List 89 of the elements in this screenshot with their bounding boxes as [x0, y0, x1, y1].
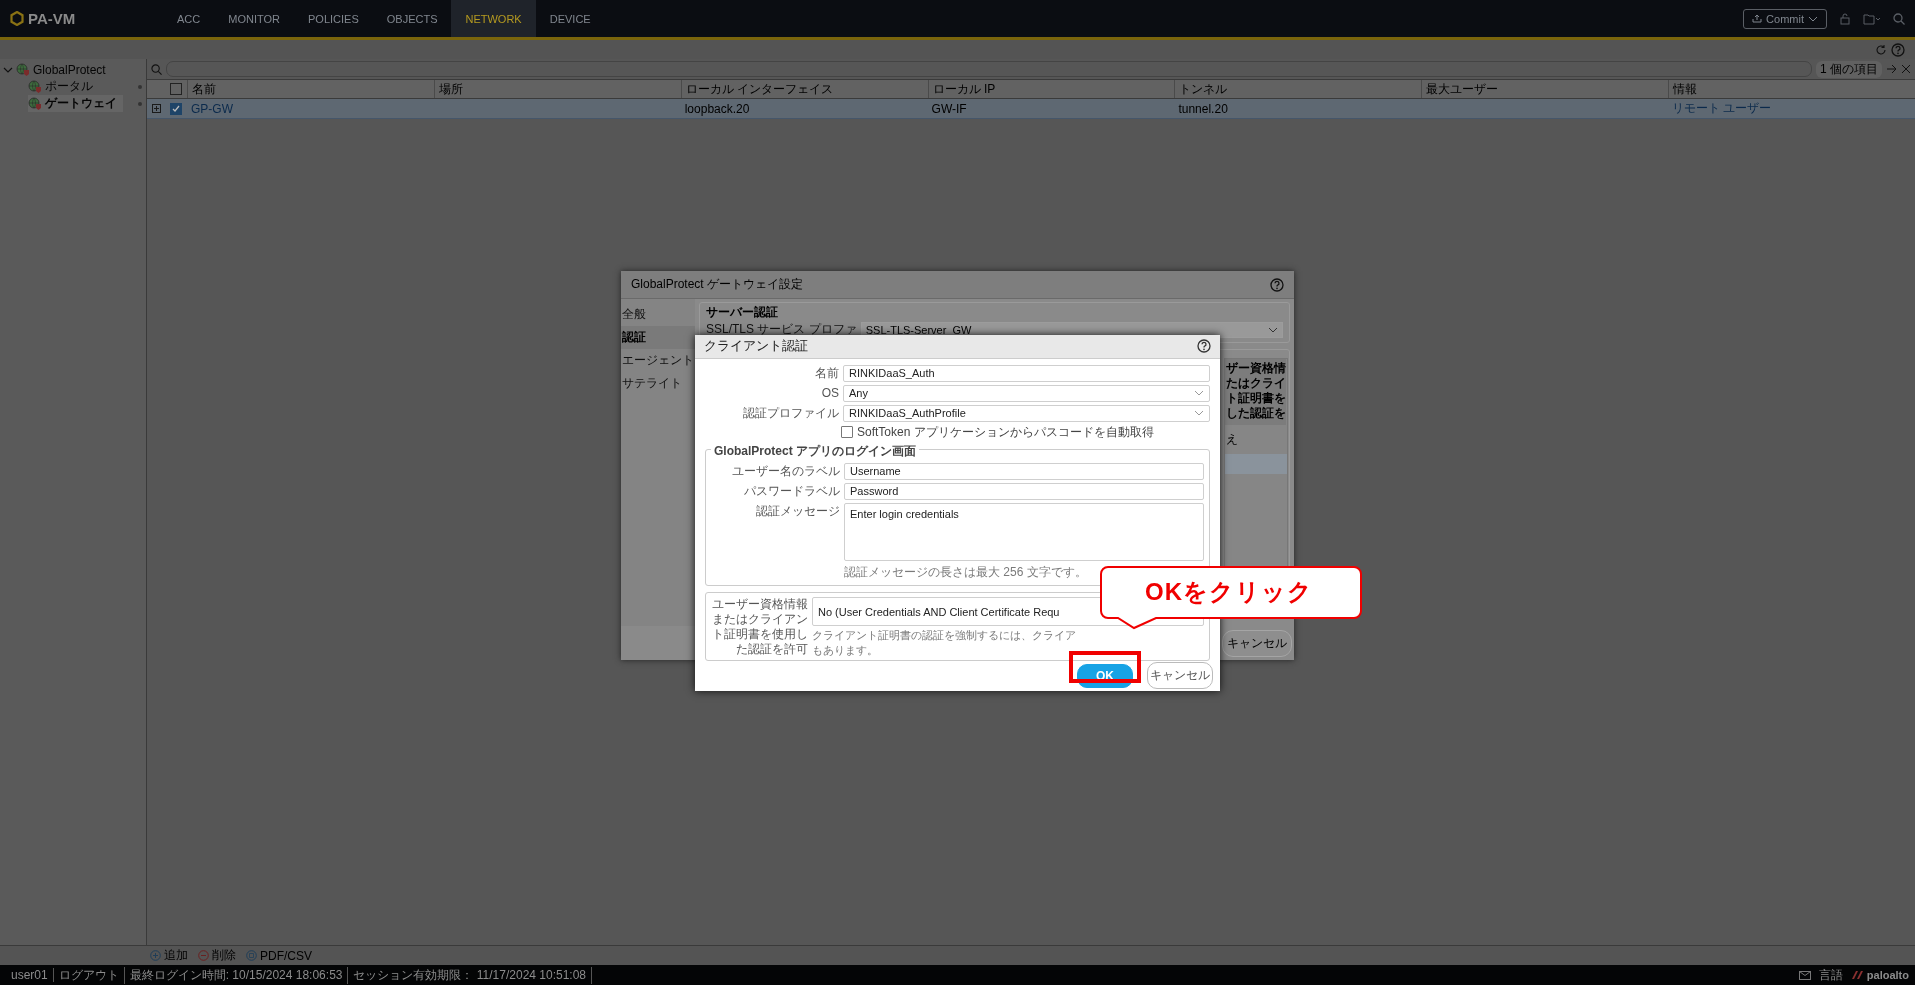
globe-shield-icon	[28, 79, 42, 94]
checkbox[interactable]	[170, 102, 182, 115]
checkbox-label: SoftToken アプリケーションからパスコードを自動取得	[857, 423, 1154, 441]
product-name: PA-VM	[28, 10, 76, 27]
cancel-button[interactable]: キャンセル	[1147, 662, 1213, 690]
column-header: ザー資格情たはクライト証明書をした認証を	[1225, 359, 1286, 425]
field-label: OS	[820, 386, 839, 401]
chevron-down-icon	[1808, 15, 1818, 22]
tree-item[interactable]: GlobalProtect	[16, 61, 112, 78]
hint-text: 認証メッセージの長さは最大 256 文字です。	[843, 563, 1088, 581]
dropdown-field[interactable]: RINKIDaaS_AuthProfile	[843, 404, 1210, 422]
remove-icon	[198, 950, 209, 961]
hexagon-logo-icon	[10, 11, 24, 26]
table-cell-text: loopback.20	[683, 100, 751, 118]
mail-icon[interactable]	[1798, 970, 1811, 980]
table-link[interactable]: リモート ユーザー	[1668, 99, 1915, 118]
field-label: パスワードラベル	[743, 482, 840, 500]
chevron-down-icon	[1194, 410, 1204, 417]
column-header[interactable]: ローカル インターフェイス	[680, 80, 928, 98]
highlight-frame	[1069, 651, 1141, 683]
column-header[interactable]: ローカル IP	[927, 80, 1175, 98]
section-legend: GlobalProtect アプリのログイン画面	[711, 442, 919, 460]
help-icon[interactable]	[1197, 339, 1211, 354]
action-button[interactable]: PDF/CSV	[246, 948, 312, 963]
logout-link[interactable]: ログアウト	[53, 966, 125, 984]
chevron-down-icon	[1194, 390, 1204, 397]
dialog-tab[interactable]: 認証	[621, 326, 695, 349]
chevron-down-icon	[1268, 326, 1278, 333]
action-button[interactable]: 追加	[150, 947, 188, 964]
folder-icon[interactable]	[1863, 12, 1881, 25]
action-button[interactable]: 削除	[198, 947, 236, 964]
column-header[interactable]: 名前	[187, 80, 434, 98]
dropdown-field[interactable]: Any	[843, 384, 1210, 402]
refresh-icon[interactable]	[1875, 43, 1887, 56]
input-field[interactable]: Password	[844, 482, 1204, 500]
document-icon	[246, 950, 257, 961]
dialog-tab[interactable]: サテライト	[621, 372, 695, 395]
search-icon[interactable]	[1893, 12, 1905, 25]
message-textarea[interactable]: Enter login credentials	[844, 502, 1204, 561]
field-label: 認証メッセージ	[755, 502, 840, 520]
company-logo: paloalto	[1850, 969, 1909, 981]
add-icon	[150, 950, 161, 961]
column-header[interactable]: 情報	[1668, 80, 1915, 98]
cancel-button[interactable]: キャンセル	[1222, 629, 1292, 657]
globe-shield-icon	[28, 96, 42, 111]
dialog-tab[interactable]: エージェント	[621, 349, 695, 372]
item-count: 1 個の項目	[1816, 60, 1882, 78]
expand-plus-icon[interactable]	[151, 104, 161, 113]
hint-text: クライアント証明書の認証を強制するには、クライア もあります。	[812, 628, 1077, 657]
nav-tab[interactable]: DEVICE	[535, 0, 605, 37]
field-label: 認証プロファイル	[742, 404, 839, 422]
last-login-text: 最終ログイン時間: 10/15/2024 18:06:53	[124, 966, 349, 984]
table-cell-text: え	[1225, 431, 1239, 448]
input-field[interactable]: RINKIDaaS_Auth	[843, 364, 1210, 382]
user-name: user01	[6, 968, 54, 982]
table-cell-text: GW-IF	[930, 100, 968, 118]
column-header[interactable]: 場所	[433, 80, 681, 98]
tree-item[interactable]: ゲートウェイ	[28, 95, 123, 112]
search-icon	[151, 63, 162, 75]
table-cell-text: tunnel.20	[1177, 100, 1229, 118]
dialog-title: クライアント認証	[704, 337, 808, 356]
column-header[interactable]: 最大ユーザー	[1421, 80, 1669, 98]
table-link[interactable]: GP-GW	[187, 99, 434, 118]
language-link[interactable]: 言語	[1818, 966, 1843, 984]
nav-tab[interactable]: ACC	[163, 0, 215, 37]
column-header[interactable]: トンネル	[1174, 80, 1422, 98]
input-field[interactable]: Username	[844, 462, 1204, 480]
section-legend: サーバー認証	[706, 304, 1283, 321]
field-label: 名前	[814, 364, 839, 382]
dialog-title: GlobalProtect ゲートウェイ設定	[631, 276, 804, 293]
lock-icon[interactable]	[1839, 12, 1851, 25]
nav-tab[interactable]: OBJECTS	[372, 0, 452, 37]
nav-tab[interactable]: MONITOR	[214, 0, 294, 37]
tree-item[interactable]: ポータル	[28, 78, 99, 95]
dialog-tab[interactable]: 全般	[621, 303, 695, 326]
field-label: SSL/TLS サービス プロファ	[706, 321, 857, 338]
session-expiry-text: セッション有効期限： 11/17/2024 10:51:08	[348, 966, 593, 984]
globe-shield-icon	[16, 62, 30, 77]
checkbox[interactable]	[841, 426, 853, 439]
arrow-right-icon[interactable]	[1886, 64, 1897, 74]
checkbox[interactable]	[170, 83, 182, 95]
commit-button[interactable]: Commit	[1743, 8, 1827, 29]
field-label: ユーザー資格情報またはクライアント証明書を使用した認証を許可	[711, 596, 808, 657]
nav-tab[interactable]: NETWORK	[451, 0, 536, 37]
close-icon[interactable]	[1901, 64, 1911, 74]
upload-icon	[1752, 14, 1763, 23]
field-label: ユーザー名のラベル	[731, 462, 840, 480]
nav-tab[interactable]: POLICIES	[294, 0, 373, 37]
help-icon[interactable]	[1270, 277, 1284, 292]
